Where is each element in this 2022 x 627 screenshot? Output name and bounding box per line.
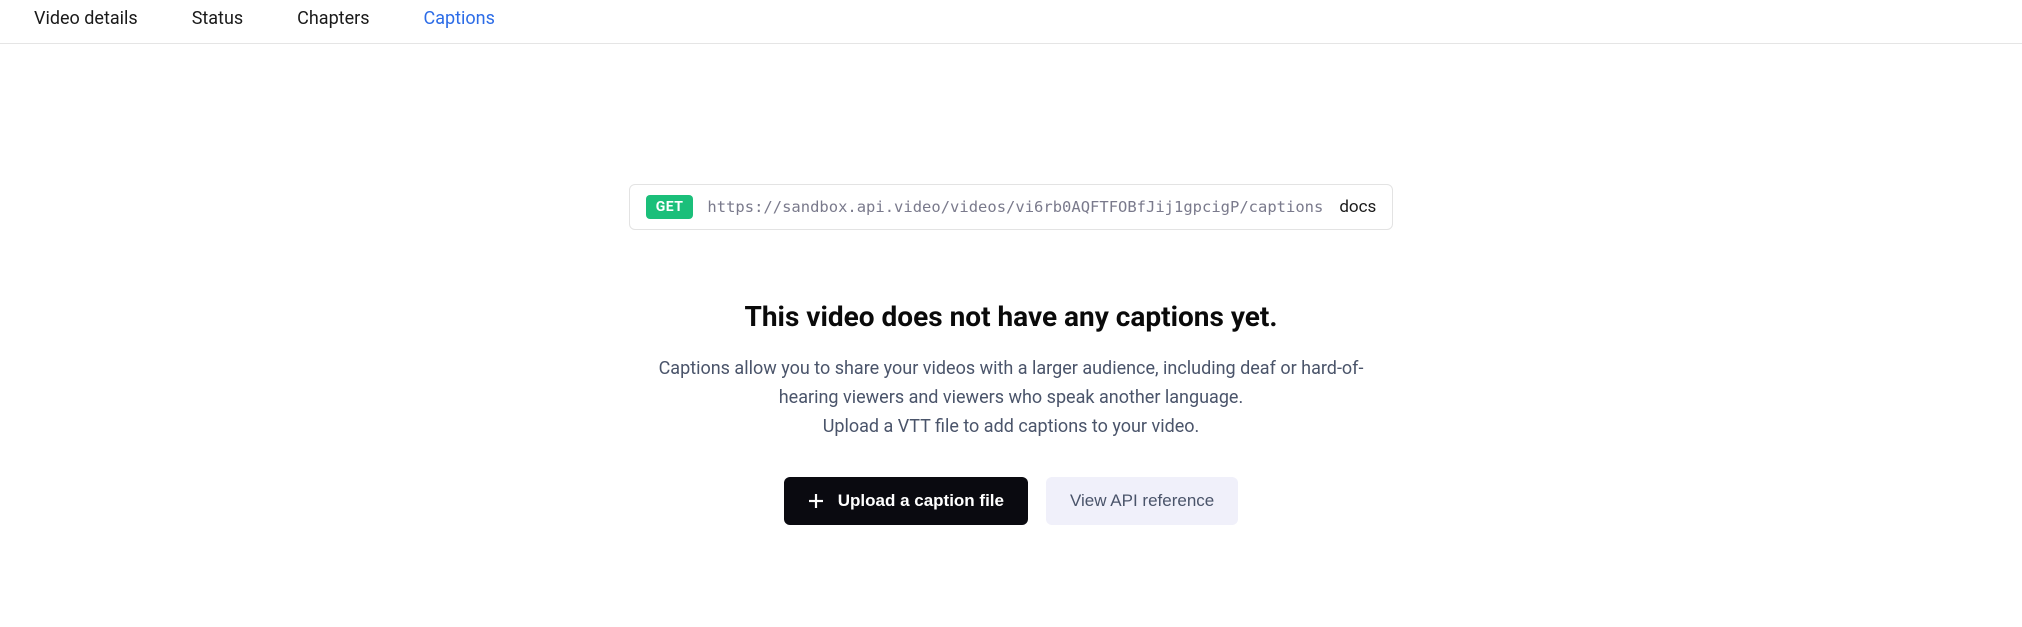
tab-captions[interactable]: Captions xyxy=(424,8,495,43)
upload-caption-button[interactable]: Upload a caption file xyxy=(784,477,1028,525)
api-reference-button-label: View API reference xyxy=(1070,491,1214,511)
tabs-bar: Video details Status Chapters Captions xyxy=(0,0,2022,44)
plus-icon xyxy=(808,493,824,509)
button-row: Upload a caption file View API reference xyxy=(784,477,1239,525)
content-area: GET https://sandbox.api.video/videos/vi6… xyxy=(0,44,2022,525)
docs-link[interactable]: docs xyxy=(1339,197,1376,217)
upload-button-label: Upload a caption file xyxy=(838,491,1004,511)
api-url: https://sandbox.api.video/videos/vi6rb0A… xyxy=(707,198,1323,216)
description-line-2: Upload a VTT file to add captions to you… xyxy=(651,413,1371,442)
tab-status[interactable]: Status xyxy=(192,8,243,43)
tab-chapters[interactable]: Chapters xyxy=(297,8,369,43)
empty-state-description: Captions allow you to share your videos … xyxy=(651,355,1371,441)
tab-video-details[interactable]: Video details xyxy=(34,8,138,43)
view-api-reference-button[interactable]: View API reference xyxy=(1046,477,1238,525)
empty-state-heading: This video does not have any captions ye… xyxy=(745,300,1278,333)
api-endpoint-box: GET https://sandbox.api.video/videos/vi6… xyxy=(629,184,1394,230)
http-method-badge: GET xyxy=(646,195,694,219)
description-line-1: Captions allow you to share your videos … xyxy=(651,355,1371,413)
